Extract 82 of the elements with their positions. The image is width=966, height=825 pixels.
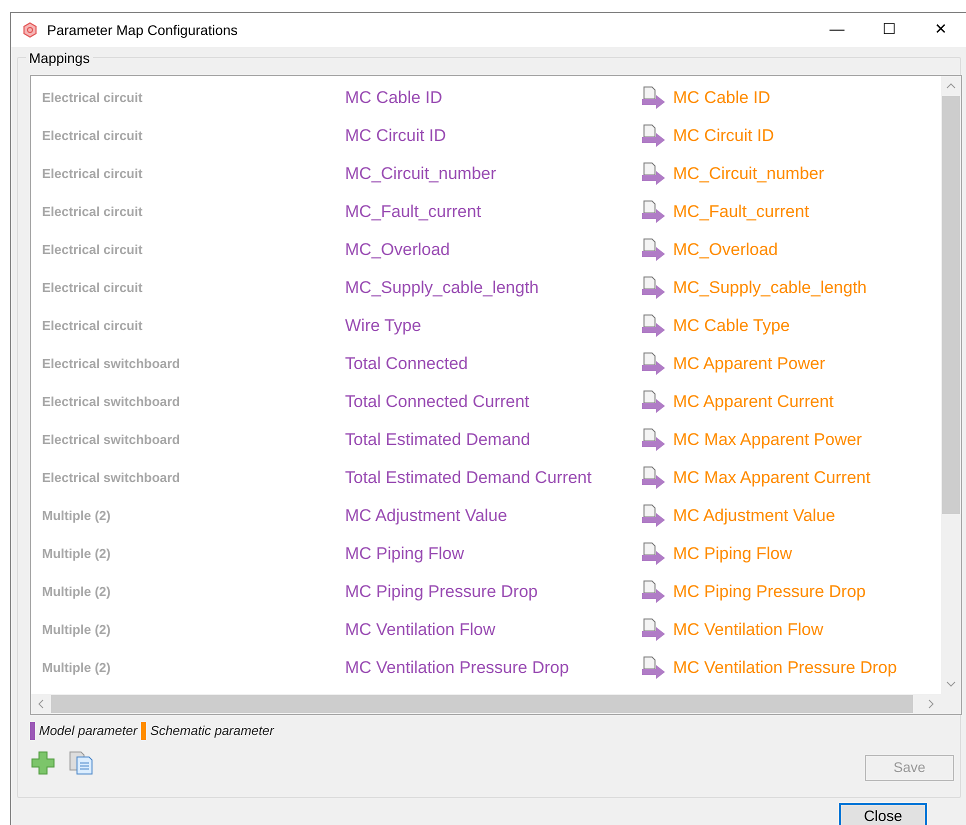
add-icon[interactable] <box>30 750 56 776</box>
category-label: Electrical circuit <box>41 279 144 298</box>
scroll-down-icon[interactable] <box>946 681 956 687</box>
category-label: Electrical switchboard <box>41 431 181 450</box>
category-label: Electrical circuit <box>41 203 144 222</box>
schematic-parameter: MC_Supply_cable_length <box>673 277 867 300</box>
app-logo-icon <box>22 22 38 38</box>
document-arrow-icon <box>641 86 667 110</box>
model-parameter: Total Estimated Demand Current <box>345 467 593 490</box>
schematic-parameter: MC_Fault_current <box>673 201 810 224</box>
document-arrow-icon <box>641 124 667 148</box>
model-parameter: MC Ventilation Flow <box>345 619 496 642</box>
category-label: Multiple (2) <box>41 583 112 602</box>
horizontal-scrollbar[interactable] <box>31 694 961 714</box>
schematic-parameter: MC Cable Type <box>673 315 790 338</box>
document-arrow-icon <box>641 238 667 262</box>
minimize-button[interactable]: — <box>811 13 863 47</box>
document-arrow-icon <box>641 580 667 604</box>
model-parameter: Wire Type <box>345 315 422 338</box>
close-button[interactable]: Close <box>839 803 927 825</box>
document-arrow-icon <box>641 504 667 528</box>
model-parameter: MC_Fault_current <box>345 201 482 224</box>
schematic-parameter: MC Piping Flow <box>673 543 792 566</box>
model-parameter: MC Adjustment Value <box>345 505 508 528</box>
document-arrow-icon <box>641 656 667 680</box>
document-arrow-icon <box>641 200 667 224</box>
scroll-right-icon[interactable] <box>928 699 934 709</box>
model-parameter: Total Connected Current <box>345 391 530 414</box>
schematic-parameter: MC_Overload <box>673 239 778 262</box>
document-arrow-icon <box>641 466 667 490</box>
scroll-up-icon[interactable] <box>946 83 956 89</box>
scrollbar-thumb[interactable] <box>51 695 913 713</box>
category-label: Electrical circuit <box>41 165 144 184</box>
model-parameter: Total Connected <box>345 353 469 376</box>
legend-label: Model parameter <box>39 722 138 740</box>
document-arrow-icon <box>641 542 667 566</box>
schematic-parameter: MC Max Apparent Power <box>673 429 862 452</box>
category-label: Multiple (2) <box>41 621 112 640</box>
category-label: Electrical circuit <box>41 127 144 146</box>
schematic-parameter: MC Apparent Current <box>673 391 834 414</box>
model-parameter: MC Ventilation Pressure Drop <box>345 657 570 680</box>
schematic-parameter: MC_Circuit_number <box>673 163 824 186</box>
copy-document-icon[interactable] <box>68 750 94 776</box>
schematic-parameter: MC Cable ID <box>673 87 770 110</box>
document-arrow-icon <box>641 352 667 376</box>
model-parameter: MC_Circuit_number <box>345 163 498 186</box>
model-parameter: Total Estimated Demand <box>345 429 532 452</box>
category-label: Multiple (2) <box>41 659 112 678</box>
model-parameter: MC Circuit ID <box>345 125 448 148</box>
model-parameter: MC_Overload <box>345 239 451 262</box>
legend-label: Schematic parameter <box>150 722 274 740</box>
schematic-parameter: MC Adjustment Value <box>673 505 836 528</box>
window-title: Parameter Map Configurations <box>47 20 238 40</box>
schematic-parameter: MC Apparent Power <box>673 353 826 376</box>
model-parameter: MC Cable ID <box>345 87 444 110</box>
scrollbar-thumb[interactable] <box>942 96 960 514</box>
schematic-parameter: MC Circuit ID <box>673 125 774 148</box>
document-arrow-icon <box>641 390 667 414</box>
maximize-button[interactable]: ☐ <box>863 13 915 47</box>
category-label: Electrical circuit <box>41 317 144 336</box>
category-label: Multiple (2) <box>41 545 112 564</box>
document-arrow-icon <box>641 618 667 642</box>
document-arrow-icon <box>641 428 667 452</box>
model-parameter: MC Piping Pressure Drop <box>345 581 539 604</box>
model-parameter: MC Piping Flow <box>345 543 466 566</box>
category-label: Electrical switchboard <box>41 393 181 412</box>
document-arrow-icon <box>641 314 667 338</box>
schematic-parameter: MC Piping Pressure Drop <box>673 581 866 604</box>
model-parameter: MC_Supply_cable_length <box>345 277 540 300</box>
close-button[interactable]: ✕ <box>915 13 966 47</box>
vertical-scrollbar[interactable] <box>941 76 961 694</box>
document-arrow-icon <box>641 162 667 186</box>
category-label: Electrical circuit <box>41 89 144 108</box>
document-arrow-icon <box>641 276 667 300</box>
category-label: Electrical switchboard <box>41 355 181 374</box>
schematic-parameter: MC Ventilation Flow <box>673 619 824 642</box>
schematic-parameter: MC Max Apparent Current <box>673 467 870 490</box>
category-label: Electrical switchboard <box>41 469 181 488</box>
schematic-parameter: MC Ventilation Pressure Drop <box>673 657 897 680</box>
category-label: Electrical circuit <box>41 241 144 260</box>
category-label: Multiple (2) <box>41 507 112 526</box>
scroll-left-icon[interactable] <box>38 699 44 709</box>
